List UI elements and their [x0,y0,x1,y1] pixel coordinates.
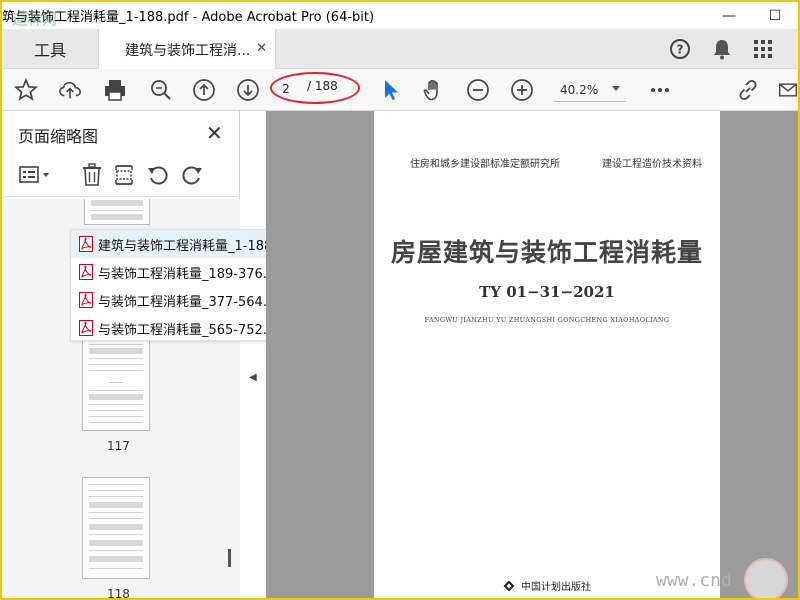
tab-document[interactable]: 建筑与装饰工程消... ✕ [98,29,276,70]
panel-scrollbar[interactable] [228,549,231,567]
next-page-icon[interactable] [236,78,260,102]
thumbnail-page[interactable] [84,199,150,225]
window-title: 筑与装饰工程消耗量_1-188.pdf - Adobe Acrobat Pro … [2,10,375,25]
svg-text:?: ? [677,43,684,57]
doc-code: TY 01−31−2021 [479,283,615,301]
document-page: 住房和城乡建设部标准定额研究所 建设工程造价技术资料 房屋建筑与装饰工程消耗量 … [374,111,720,598]
file-name: 与装饰工程消耗量_189-376.pdf [98,266,289,282]
panel-toolbar [2,155,240,197]
chevron-down-icon [612,86,620,91]
hand-tool-icon[interactable] [422,78,446,102]
share-link-icon[interactable] [736,78,760,102]
panel-close-button[interactable]: ✕ [206,121,223,145]
bell-icon[interactable] [710,37,734,61]
thumbnail-page-118[interactable] [82,477,150,579]
title-bar: 筑与装饰工程消耗量_1-188.pdf - Adobe Acrobat Pro … [2,2,798,29]
watermark-top-left: 道林网 [12,10,58,28]
pdf-file-icon [79,320,93,336]
pdf-file-icon [79,236,93,252]
doc-pinyin-title: FANGWU JIANZHU YU ZHUANGSHI GONGCHENG XI… [424,316,670,324]
zoom-search-icon[interactable] [149,78,173,102]
tab-document-label: 建筑与装饰工程消... [125,42,251,59]
tab-tools[interactable]: 工具 [2,29,96,69]
pdf-file-icon [79,292,93,308]
more-options-icon[interactable] [648,78,672,102]
thumbnail-label: 117 [107,439,130,453]
apps-grid-icon[interactable] [751,37,775,61]
thumbnail-options-icon[interactable] [18,163,54,187]
document-view[interactable]: 住房和城乡建设部标准定额研究所 建设工程造价技术资料 房屋建筑与装饰工程消耗量 … [266,111,798,598]
file-name: 与装饰工程消耗量_377-564.pdf [98,294,289,310]
cloud-upload-icon[interactable] [58,78,82,102]
file-name: 与装饰工程消耗量_565-752.pdf [98,322,289,338]
print-icon[interactable] [103,78,127,102]
zoom-out-icon[interactable] [466,78,490,102]
zoom-in-icon[interactable] [510,78,534,102]
maximize-button[interactable]: ☐ [752,2,798,29]
highlight-ellipse [270,72,360,104]
zoom-level-select[interactable]: 40.2% [554,78,626,102]
doc-title: 房屋建筑与装饰工程消耗量 [390,238,703,267]
rotate-clockwise-icon[interactable] [180,163,204,187]
select-cursor-icon[interactable] [378,78,402,102]
email-icon[interactable] [778,78,798,102]
doc-header-left: 住房和城乡建设部标准定额研究所 [410,159,560,170]
insert-page-icon[interactable] [112,163,136,187]
zoom-level-value: 40.2% [560,82,599,97]
rotate-counterclockwise-icon[interactable] [146,163,170,187]
thumbnail-label: 118 [107,587,130,598]
tab-bar: 工具 建筑与装饰工程消... ✕ ? [2,29,798,70]
watermark-logo [744,558,788,598]
previous-page-icon[interactable] [192,78,216,102]
star-bookmark-icon[interactable] [14,78,38,102]
doc-header-right: 建设工程造价技术资料 [602,159,702,170]
pdf-file-icon [79,264,93,280]
watermark-bottom-right: www.cnd [656,570,732,591]
tab-close-button[interactable]: ✕ [256,41,267,56]
publisher-name: 中国计划出版社 [521,582,591,593]
publisher-logo-icon [503,580,515,591]
delete-trash-icon[interactable] [80,163,104,187]
panel-title: 页面缩略图 [18,127,99,146]
main-toolbar: 2 / 188 40.2% [2,69,798,111]
minimize-button[interactable]: — [706,2,752,29]
thumbnails-panel: 页面缩略图 ✕ 117 118 [2,111,240,598]
acrobat-window: 筑与装饰工程消耗量_1-188.pdf - Adobe Acrobat Pro … [2,2,798,598]
collapse-panel-icon[interactable]: ◀ [249,372,257,383]
thumbnail-page-117[interactable] [82,337,150,431]
help-icon[interactable]: ? [668,37,692,61]
